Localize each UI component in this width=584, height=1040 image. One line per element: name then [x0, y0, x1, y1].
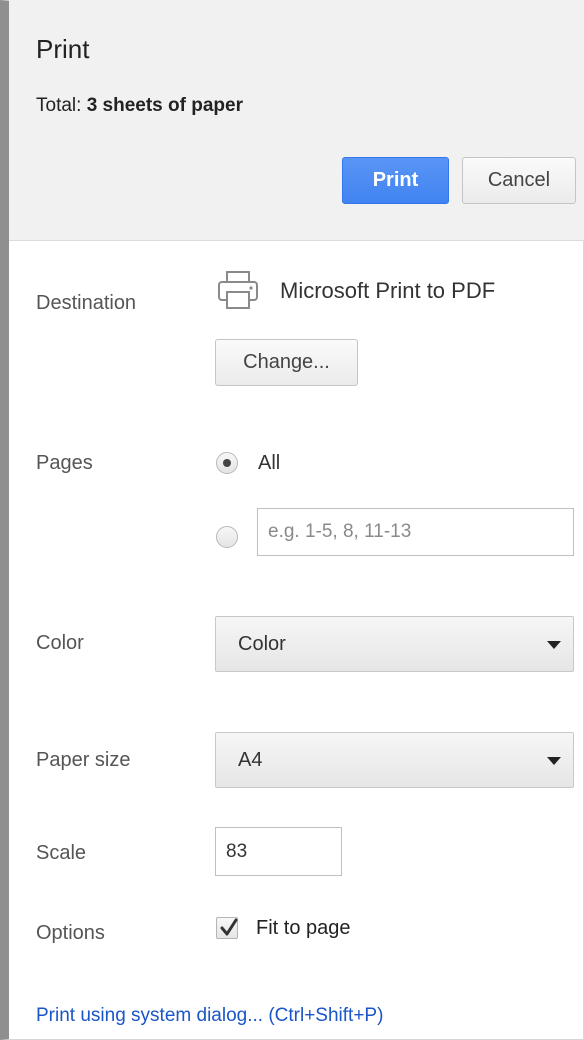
print-button[interactable]: Print	[342, 157, 449, 204]
fit-to-page-label[interactable]: Fit to page	[256, 917, 351, 940]
paper-size-select[interactable]: A4	[215, 732, 574, 788]
dropdown-arrow-icon	[547, 641, 561, 649]
paper-size-select-value: A4	[238, 749, 263, 771]
color-label: Color	[36, 632, 84, 654]
checkmark-icon	[220, 918, 238, 936]
pages-label: Pages	[36, 452, 93, 474]
dialog-title: Print	[36, 34, 90, 64]
paper-size-label: Paper size	[36, 749, 131, 771]
scale-label: Scale	[36, 842, 87, 864]
system-dialog-link[interactable]: Print using system dialog... (Ctrl+Shift…	[36, 1005, 383, 1027]
sheet-summary: Total: 3 sheets of paper	[36, 95, 243, 117]
cancel-button[interactable]: Cancel	[462, 157, 576, 204]
dropdown-arrow-icon	[547, 757, 561, 765]
printer-icon	[216, 270, 262, 312]
scale-input[interactable]	[215, 827, 342, 876]
destination-label: Destination	[36, 292, 137, 314]
change-destination-button[interactable]: Change...	[215, 339, 358, 386]
pages-all-label[interactable]: All	[258, 452, 280, 475]
color-select-value: Color	[238, 633, 286, 655]
pages-all-radio[interactable]	[216, 452, 238, 474]
fit-to-page-checkbox[interactable]	[216, 917, 238, 939]
options-label: Options	[36, 922, 105, 944]
summary-prefix: Total:	[36, 95, 82, 116]
summary-value: 3 sheets of paper	[86, 95, 243, 116]
color-select[interactable]: Color	[215, 616, 574, 672]
pages-range-input[interactable]	[257, 508, 574, 556]
print-header: Print Total: 3 sheets of paper Print Can…	[9, 0, 584, 241]
destination-printer-name: Microsoft Print to PDF	[280, 278, 496, 303]
pages-custom-radio[interactable]	[216, 526, 238, 548]
